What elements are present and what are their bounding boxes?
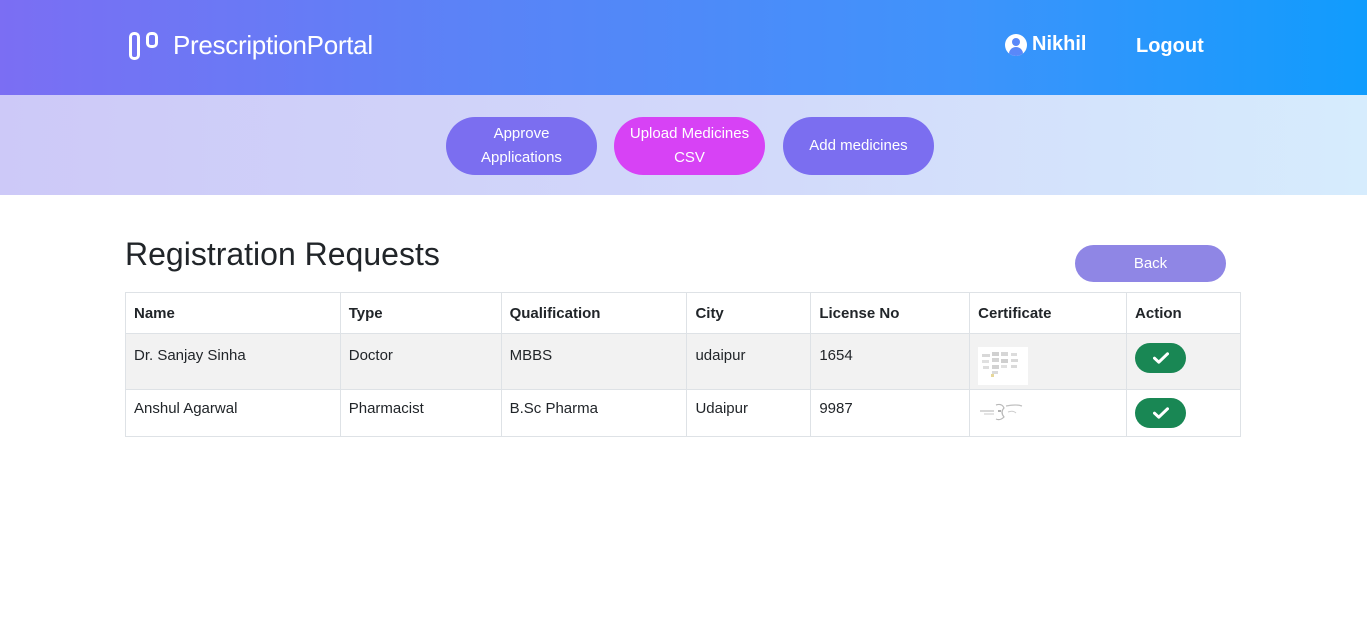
column-header-license-no: License No (810, 292, 971, 334)
column-header-certificate: Certificate (969, 292, 1128, 334)
cell-name: Anshul Agarwal (125, 389, 341, 437)
certificate-thumbnail[interactable] (978, 347, 1029, 385)
cell-action (1126, 389, 1241, 437)
cell-qualification: MBBS (500, 333, 688, 390)
approve-button[interactable] (1135, 343, 1187, 373)
check-icon (1152, 352, 1169, 364)
column-header-action: Action (1126, 292, 1241, 334)
column-header-qualification: Qualification (500, 292, 688, 334)
certificate-thumbnail[interactable] (978, 400, 1029, 424)
check-icon (1152, 407, 1169, 419)
approve-applications-button[interactable]: Approve Applications (446, 117, 597, 175)
cell-qualification: B.Sc Pharma (500, 389, 688, 437)
logout-link[interactable]: Logout (1136, 35, 1204, 58)
back-button[interactable]: Back (1075, 245, 1226, 282)
top-navbar: PrescriptionPortal Nikhil Logout (0, 0, 1367, 95)
page-title: Registration Requests (125, 236, 440, 272)
approve-button[interactable] (1135, 398, 1187, 428)
cell-city: udaipur (686, 333, 812, 390)
column-header-city: City (686, 292, 812, 334)
cell-certificate (969, 389, 1128, 437)
cell-action (1126, 333, 1241, 390)
column-header-type: Type (339, 292, 502, 334)
user-name: Nikhil (1032, 33, 1087, 55)
cell-type: Doctor (339, 333, 502, 390)
cell-name: Dr. Sanjay Sinha (125, 333, 341, 390)
user-circle-icon (1005, 33, 1027, 56)
cell-license-no: 1654 (810, 333, 971, 390)
cell-city: Udaipur (686, 389, 812, 437)
user-profile-link[interactable]: Nikhil (1005, 33, 1086, 56)
add-medicines-button[interactable]: Add medicines (783, 117, 934, 175)
column-header-name: Name (125, 292, 341, 334)
registration-requests-table: Name Type Qualification City License No … (125, 292, 1241, 437)
table-row: Anshul Agarwal Pharmacist B.Sc Pharma Ud… (125, 389, 1241, 437)
brand-link[interactable]: PrescriptionPortal (129, 28, 373, 62)
cell-type: Pharmacist (339, 389, 502, 437)
table-header-row: Name Type Qualification City License No … (125, 292, 1241, 334)
columns-logo-icon (129, 28, 161, 62)
upload-medicines-csv-button[interactable]: Upload Medicines CSV (614, 117, 765, 175)
cell-certificate (969, 333, 1128, 390)
action-bar: Approve Applications Upload Medicines CS… (0, 95, 1367, 195)
table-row: Dr. Sanjay Sinha Doctor MBBS udaipur 165… (125, 333, 1241, 390)
cell-license-no: 9987 (810, 389, 971, 437)
brand-name: PrescriptionPortal (173, 29, 373, 60)
